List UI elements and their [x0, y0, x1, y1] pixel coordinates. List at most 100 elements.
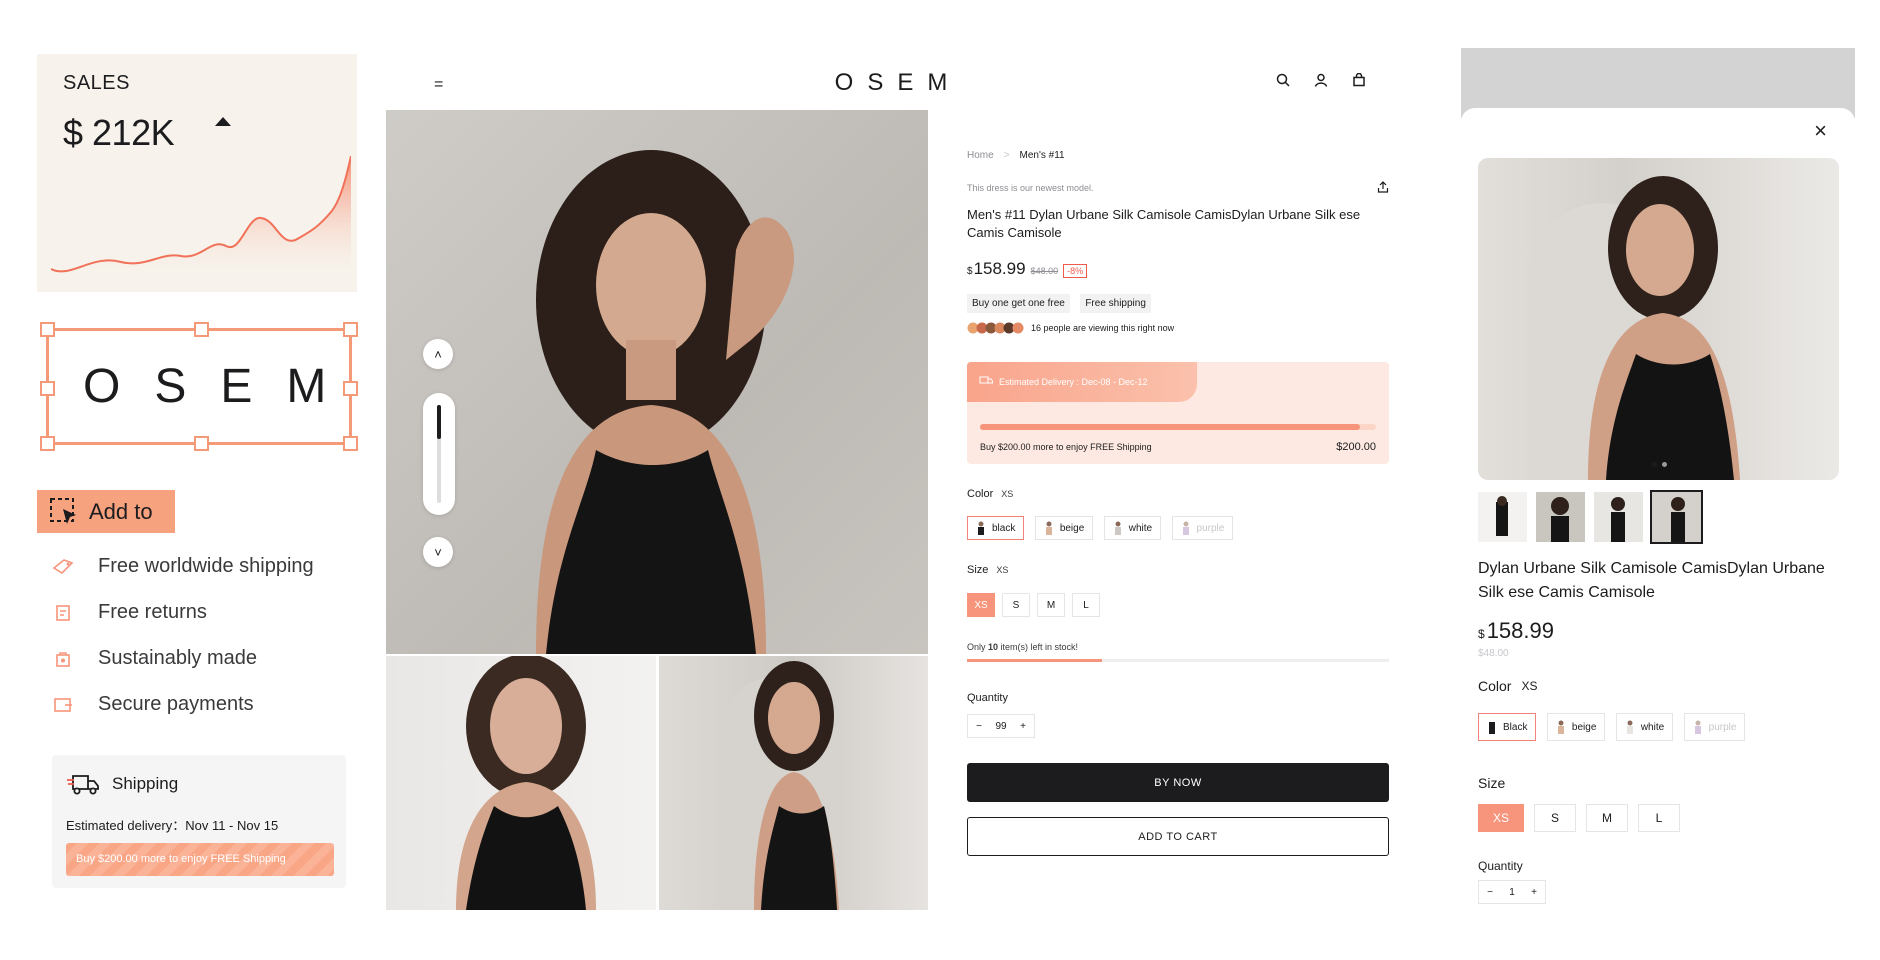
dress-thumb-icon — [1626, 720, 1633, 734]
share-icon[interactable] — [1377, 181, 1389, 193]
feature-label: Sustainably made — [98, 647, 257, 669]
search-icon[interactable] — [1276, 73, 1290, 87]
size-option[interactable]: L — [1638, 804, 1680, 832]
modal-color-label: Color — [1478, 678, 1512, 694]
color-label-row: Color XS — [967, 488, 1013, 500]
product-thumb-image[interactable] — [386, 656, 656, 910]
color-swatch[interactable]: white — [1615, 713, 1674, 741]
thumbnail[interactable] — [1478, 492, 1527, 542]
size-value: XS — [996, 565, 1009, 575]
thumbnail[interactable] — [1650, 490, 1703, 544]
sales-label: SALES — [63, 72, 130, 94]
shipping-card: Shipping Estimated delivery：Nov 11 - Nov… — [52, 755, 346, 888]
header-logo[interactable]: OSEM — [386, 69, 1396, 97]
viewers-text: 16 people are viewing this right now — [1031, 323, 1175, 333]
chevron-up-icon[interactable]: ˄ — [423, 339, 453, 369]
resize-handle[interactable] — [40, 322, 55, 337]
color-swatch[interactable]: Black — [1478, 713, 1537, 741]
dress-thumb-icon — [1557, 720, 1564, 734]
carousel-dot[interactable] — [1662, 462, 1667, 467]
size-option[interactable]: XS — [1478, 804, 1524, 832]
color-swatch[interactable]: beige — [1034, 516, 1094, 540]
size-option[interactable]: M — [1586, 804, 1628, 832]
delivery-progress-text: Buy $200.00 more to enjoy FREE Shipping — [980, 442, 1152, 452]
stock-bar-fill — [967, 659, 1103, 662]
color-swatch[interactable]: purple — [1683, 713, 1746, 741]
avatar-stack — [967, 322, 1024, 334]
size-label-row: Size XS — [967, 564, 1008, 576]
close-icon[interactable]: × — [1814, 118, 1827, 144]
size-option[interactable]: L — [1072, 593, 1100, 617]
quantity-value[interactable]: 99 — [990, 715, 1012, 737]
resize-handle[interactable] — [40, 436, 55, 451]
shipping-delivery: Estimated delivery：Nov 11 - Nov 15 — [66, 818, 279, 833]
color-swatch[interactable]: beige — [1546, 713, 1606, 741]
delivery-card: Estimated Delivery : Dec-08 - Dec-12 Buy… — [967, 362, 1389, 464]
modal-currency: $ — [1478, 627, 1485, 641]
product-title: Men's #11 Dylan Urbane Silk Camisole Cam… — [967, 207, 1361, 240]
delivery-progress-fill — [980, 424, 1361, 430]
promo-tag: Free shipping — [1080, 294, 1151, 313]
buy-now-button[interactable]: BY NOW — [967, 763, 1389, 802]
leaf-bag-icon — [52, 648, 74, 670]
size-label: Size — [967, 564, 989, 576]
breadcrumb-current: Men's #11 — [1019, 150, 1065, 161]
resize-handle[interactable] — [194, 322, 209, 337]
returns-icon — [52, 602, 74, 624]
stock-bar — [967, 659, 1389, 662]
modal-color-options: Black beige white purple — [1478, 713, 1751, 741]
modal-price-row: $ 158.99 — [1478, 618, 1554, 644]
color-swatch[interactable]: black — [967, 516, 1025, 540]
feature-item: Free returns — [52, 601, 207, 624]
size-option[interactable]: M — [1037, 593, 1065, 617]
feature-label: Free returns — [98, 601, 207, 623]
delivery-estimate: Estimated Delivery : Dec-08 - Dec-12 — [999, 377, 1148, 387]
modal-product-image[interactable] — [1478, 158, 1839, 480]
quantity-stepper[interactable]: − 99 + — [967, 714, 1035, 738]
quantity-value[interactable]: 1 — [1501, 881, 1523, 903]
size-option[interactable]: XS — [967, 593, 995, 617]
delivery-progress-track — [980, 424, 1376, 430]
product-thumb-image[interactable] — [659, 656, 928, 910]
image-scrollbar[interactable] — [423, 393, 455, 515]
logo-selection-frame[interactable]: OSEM — [40, 322, 358, 451]
resize-handle[interactable] — [194, 436, 209, 451]
free-shipping-text: Buy $200.00 more to enjoy FREE Shipping — [76, 853, 286, 865]
trend-up-icon — [215, 117, 231, 126]
chevron-down-icon[interactable]: ˅ — [423, 537, 453, 567]
discount-badge: -8% — [1063, 264, 1088, 278]
thumbnail[interactable] — [1594, 492, 1643, 542]
price-row: $ 158.99 $48.00 -8% — [967, 259, 1088, 279]
add-to-cart-button[interactable]: ADD TO CART — [967, 817, 1389, 856]
user-icon[interactable] — [1314, 73, 1328, 87]
scroll-thumb[interactable] — [437, 405, 441, 439]
color-options: black beige white purple — [967, 516, 1239, 540]
size-option[interactable]: S — [1002, 593, 1030, 617]
delivery-amount: $200.00 — [1336, 441, 1376, 453]
quantity-minus-button[interactable]: − — [1479, 881, 1501, 903]
product-main-image[interactable] — [386, 110, 928, 654]
price-currency: $ — [967, 266, 973, 277]
resize-handle[interactable] — [343, 436, 358, 451]
size-option[interactable]: S — [1534, 804, 1576, 832]
card-icon — [52, 694, 74, 716]
carousel-dot[interactable] — [1652, 462, 1657, 467]
sales-card: SALES $ 212K — [37, 54, 357, 292]
breadcrumb-home[interactable]: Home — [967, 150, 994, 161]
quantity-label: Quantity — [967, 692, 1008, 704]
color-swatch[interactable]: purple — [1171, 516, 1234, 540]
bag-icon[interactable] — [1352, 73, 1366, 87]
dress-thumb-icon — [1694, 720, 1701, 734]
add-to-badge[interactable]: Add to — [37, 490, 175, 533]
quantity-minus-button[interactable]: − — [968, 715, 990, 737]
dress-thumb-icon — [1045, 521, 1052, 535]
color-label: Color — [967, 488, 994, 500]
quantity-plus-button[interactable]: + — [1012, 715, 1034, 737]
modal-quantity-stepper[interactable]: − 1 + — [1478, 880, 1546, 904]
resize-handle[interactable] — [343, 322, 358, 337]
thumbnail[interactable] — [1536, 492, 1585, 542]
color-swatch[interactable]: white — [1103, 516, 1162, 540]
tag-icon — [52, 556, 74, 578]
quantity-plus-button[interactable]: + — [1523, 881, 1545, 903]
product-subtitle: This dress is our newest model. — [967, 183, 1094, 193]
